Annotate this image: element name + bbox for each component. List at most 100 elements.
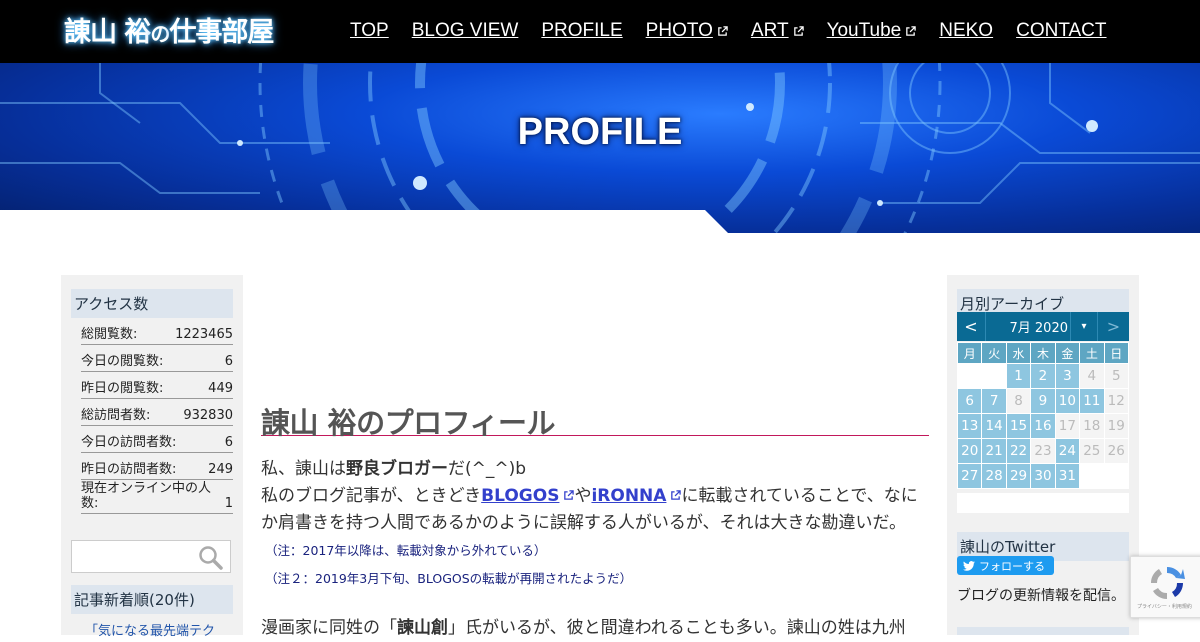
calendar-day[interactable]: 16 [1030, 413, 1056, 439]
intro-bold: 野良ブロガー [346, 459, 448, 479]
access-rows: 総閲覧数: 1223465 今日の閲覧数: 6 昨日の閲覧数: 449 総訪問者数: 9328… [71, 318, 233, 514]
nav-item-youtube[interactable]: YouTube [827, 20, 917, 42]
calendar-weekday: 日 [1103, 342, 1130, 364]
right-sidebar: 月別アーカイブ < 7月 2020 ▾ > 月火水木金土日 1 2 3 4 5 6 7 8 9 10… [947, 275, 1139, 635]
calendar-day [956, 363, 983, 389]
access-counter-widget: アクセス数 総閲覧数: 1223465 今日の閲覧数: 6 昨日の閲覧数: 449 総訪問者… [71, 289, 233, 514]
calendar-day[interactable]: 22 [1005, 438, 1032, 464]
nav-item-profile[interactable]: PROFILE [541, 20, 622, 42]
page-hero-title: PROFILE [517, 111, 683, 153]
calendar-week: 20 21 22 23 24 25 26 [956, 438, 1130, 464]
access-label: 今日の訪問者数: [81, 435, 177, 450]
calendar-day[interactable]: 7 [981, 388, 1007, 414]
calendar-day [981, 363, 1007, 389]
calendar-month-select[interactable]: 7月 2020 [986, 312, 1071, 341]
access-value: 1 [224, 496, 233, 511]
search-icon[interactable] [198, 545, 224, 571]
calendar-day[interactable]: 3 [1054, 363, 1081, 389]
calendar-day: 25 [1079, 438, 1105, 464]
twitter-follow-button[interactable]: フォローする [957, 556, 1054, 575]
nav-item-blog-view[interactable]: BLOG VIEW [412, 20, 519, 42]
access-row: 昨日の閲覧数: 449 [81, 372, 233, 399]
archive-calendar: 月火水木金土日 1 2 3 4 5 6 7 8 9 10 11 12 13 14 15 16 17 18 19 20 21… [956, 342, 1130, 489]
calendar-day[interactable]: 24 [1054, 438, 1081, 464]
logo-rest: 仕事部屋 [169, 17, 274, 48]
calendar-day[interactable]: 6 [956, 388, 983, 414]
calendar-day: 23 [1030, 438, 1056, 464]
calendar-prev-button[interactable]: < [957, 312, 986, 341]
recaptcha-privacy-text: プライバシー・利用規約 [1137, 604, 1192, 610]
search-input[interactable] [71, 540, 231, 573]
calendar-day[interactable]: 31 [1054, 463, 1081, 489]
nav-item-photo[interactable]: PHOTO [646, 20, 728, 42]
access-row: 現在オンライン中の人数: 1 [81, 480, 233, 514]
recaptcha-badge[interactable]: プライバシー・利用規約 [1130, 556, 1200, 618]
access-value: 449 [208, 381, 233, 396]
calendar-weekday: 火 [981, 342, 1007, 364]
access-row: 総訪問者数: 932830 [81, 399, 233, 426]
calendar-day[interactable]: 2 [1030, 363, 1056, 389]
access-value: 932830 [183, 408, 233, 423]
calendar-day[interactable]: 28 [981, 463, 1007, 489]
calendar-day[interactable]: 13 [956, 413, 983, 439]
calendar-weekday: 土 [1079, 342, 1105, 364]
page-title: 諌山 裕のプロフィール [261, 400, 929, 440]
access-label: 現在オンライン中の人数: [81, 481, 212, 511]
access-label: 今日の閲覧数: [81, 354, 164, 369]
access-row: 昨日の訪問者数: 249 [81, 453, 233, 480]
main-nav: TOP BLOG VIEW PROFILE PHOTO ART YouTube NEKO CO… [350, 20, 1107, 42]
nav-label: NEKO [939, 20, 994, 41]
left-sidebar: アクセス数 総閲覧数: 1223465 今日の閲覧数: 6 昨日の閲覧数: 449 総訪問者… [61, 275, 243, 639]
calendar-day[interactable]: 14 [981, 413, 1007, 439]
nav-label: CONTACT [1016, 20, 1107, 41]
ironna-link[interactable]: iRONNA [591, 486, 666, 506]
external-link-icon [671, 490, 682, 500]
calendar-nav: < 7月 2020 ▾ > [957, 312, 1129, 341]
calendar-day: 12 [1103, 388, 1130, 414]
intro-2-text: 私のブログ記事が、ときどき [261, 486, 482, 506]
calendar-day[interactable]: 27 [956, 463, 983, 489]
recent-posts-heading: 記事新着順(20件) [71, 585, 233, 614]
access-label: 総訪問者数: [81, 408, 151, 423]
calendar-next-button[interactable]: > [1098, 312, 1129, 341]
calendar-day[interactable]: 10 [1054, 388, 1081, 414]
intro-text-end: だ(^_^)b [448, 459, 527, 479]
access-row: 今日の閲覧数: 6 [81, 345, 233, 372]
calendar-day[interactable]: 21 [981, 438, 1007, 464]
blogos-link[interactable]: BLOGOS [481, 486, 559, 506]
nav-item-contact[interactable]: CONTACT [1016, 20, 1106, 42]
calendar-weekday: 月 [956, 342, 983, 364]
calendar-day[interactable]: 9 [1030, 388, 1056, 414]
calendar-day[interactable]: 20 [956, 438, 983, 464]
nav-label: PHOTO [645, 20, 713, 41]
hero-bottom-cut [0, 210, 1200, 240]
nav-label: PROFILE [541, 20, 623, 41]
access-value: 1223465 [175, 327, 233, 342]
access-label: 昨日の閲覧数: [81, 381, 164, 396]
follow-label: フォローする [979, 559, 1045, 573]
calendar-day[interactable]: 30 [1030, 463, 1056, 489]
calendar-week: 27 28 29 30 31 [956, 463, 1130, 489]
note-2: （注２：2019年3月下旬、BLOGOSの転載が再開されたようだ） [265, 571, 633, 586]
nav-item-art[interactable]: ART [751, 20, 804, 42]
hero-banner: PROFILE [0, 63, 1200, 233]
nav-label: BLOG VIEW [411, 20, 519, 41]
calendar-day: 26 [1103, 438, 1130, 464]
chevron-down-icon[interactable]: ▾ [1071, 312, 1098, 341]
calendar-day[interactable]: 15 [1005, 413, 1032, 439]
calendar-day: 18 [1079, 413, 1105, 439]
calendar-day [1079, 463, 1105, 489]
calendar-day: 4 [1079, 363, 1105, 389]
intro-text: 私、諌山は [261, 459, 346, 479]
site-logo[interactable]: 諌山 裕の仕事部屋 [64, 10, 274, 49]
note-1: （注：2017年以降は、転載対象から外れている） [265, 543, 547, 558]
calendar-weekday-row: 月火水木金土日 [956, 342, 1130, 364]
calendar-day[interactable]: 11 [1079, 388, 1105, 414]
nav-item-top[interactable]: TOP [350, 20, 389, 42]
access-label: 総閲覧数: [81, 327, 138, 342]
external-link-icon [906, 25, 916, 36]
calendar-day[interactable]: 1 [1005, 363, 1032, 389]
access-row: 総閲覧数: 1223465 [81, 318, 233, 345]
nav-item-neko[interactable]: NEKO [939, 20, 993, 42]
calendar-day[interactable]: 29 [1005, 463, 1032, 489]
